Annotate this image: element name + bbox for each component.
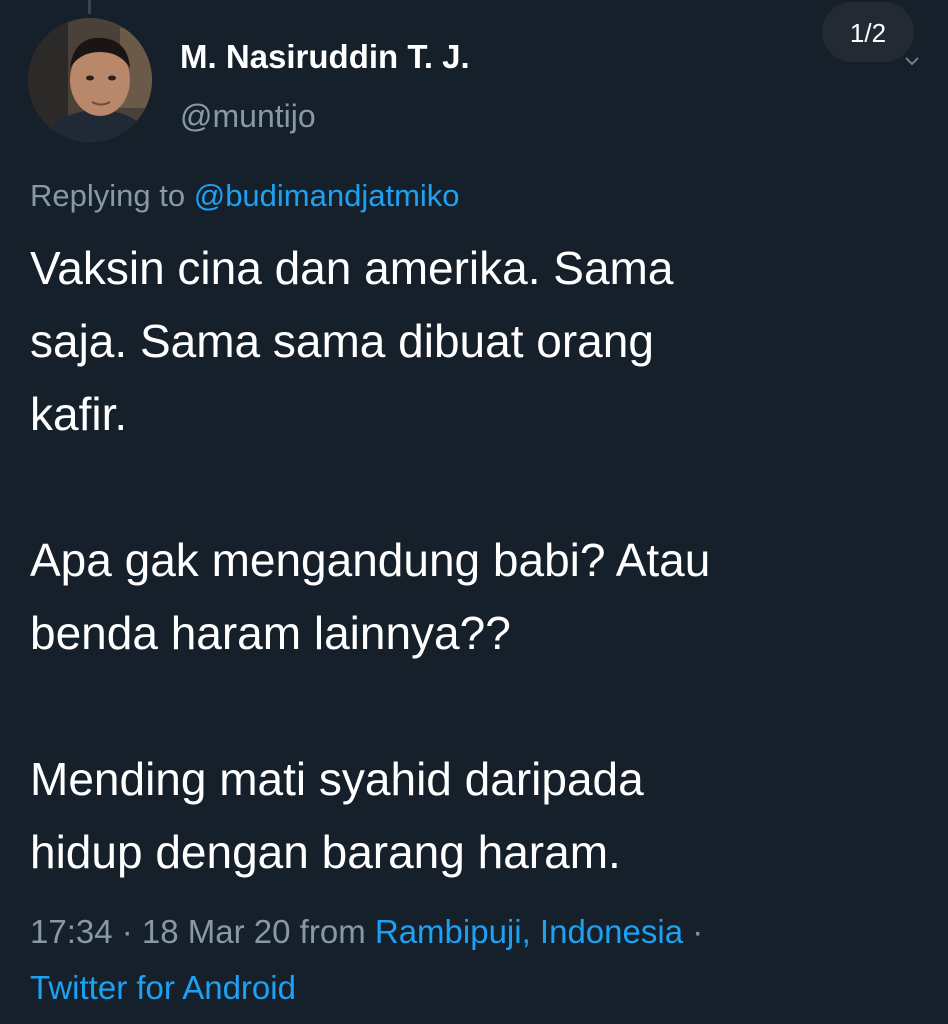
- location-link[interactable]: Rambipuji, Indonesia: [375, 913, 683, 950]
- meta-separator: ·: [112, 913, 142, 950]
- tweet-time: 17:34: [30, 913, 113, 950]
- replying-to: Replying to @budimandjatmiko: [30, 178, 460, 214]
- tweet-card: M. Nasiruddin T. J. @muntijo 1/2 Replyin…: [0, 0, 948, 1024]
- tweet-date: 18 Mar 20: [141, 913, 291, 950]
- chevron-down-icon[interactable]: [904, 52, 920, 68]
- tweet-text-line: benda haram lainnya??: [30, 607, 511, 659]
- author-handle[interactable]: @muntijo: [180, 98, 316, 135]
- tweet-text-line: saja. Sama sama dibuat orang: [30, 315, 654, 367]
- source-app-link[interactable]: Twitter for Android: [30, 969, 296, 1006]
- avatar[interactable]: [28, 18, 152, 142]
- author-name[interactable]: M. Nasiruddin T. J.: [180, 38, 470, 76]
- meta-line-1: 17:34 · 18 Mar 20 from Rambipuji, Indone…: [30, 904, 930, 960]
- thread-line: [88, 0, 91, 14]
- avatar-photo-icon: [28, 18, 152, 142]
- tweet-text-line: Apa gak mengandung babi? Atau: [30, 534, 711, 586]
- page-indicator-badge: 1/2: [822, 2, 914, 62]
- meta-separator: ·: [683, 913, 704, 950]
- meta-from: from: [290, 913, 375, 950]
- reply-mention-link[interactable]: @budimandjatmiko: [194, 178, 460, 213]
- tweet-text-line: Mending mati syahid daripada: [30, 753, 644, 805]
- tweet-text: Vaksin cina dan amerika. Sama saja. Sama…: [30, 232, 930, 889]
- replying-prefix: Replying to: [30, 178, 194, 213]
- tweet-text-line: Vaksin cina dan amerika. Sama: [30, 242, 674, 294]
- meta-line-2: Twitter for Android: [30, 960, 930, 1016]
- tweet-text-line: kafir.: [30, 388, 128, 440]
- tweet-text-line: hidup dengan barang haram.: [30, 826, 621, 878]
- tweet-metadata: 17:34 · 18 Mar 20 from Rambipuji, Indone…: [30, 904, 930, 1016]
